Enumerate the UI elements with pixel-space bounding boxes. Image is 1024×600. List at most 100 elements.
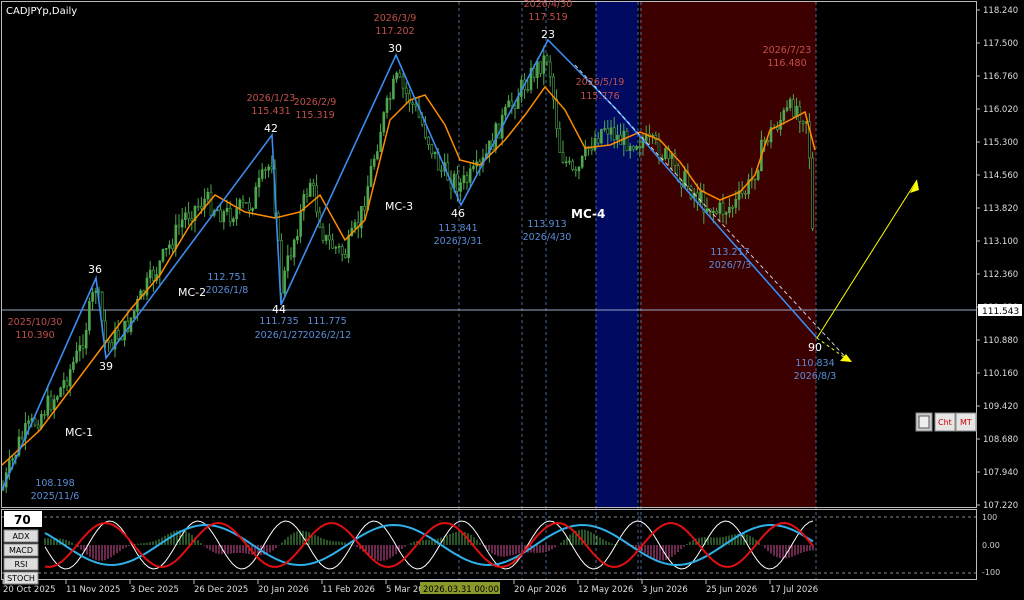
candle-body (430, 144, 434, 155)
candle-body (353, 222, 357, 229)
candle-body (571, 160, 574, 170)
pivot-label-top: 2026/5/19 (576, 77, 625, 88)
candle-body (257, 178, 261, 188)
candle-body (305, 194, 309, 197)
candle-body (104, 320, 107, 341)
candle-body (577, 166, 581, 172)
candle-body (756, 170, 760, 180)
wave-count-label: 90 (808, 341, 822, 354)
candle-body (536, 61, 539, 78)
y-tick-label: 116.760 (983, 72, 1018, 82)
symbol-title: CADJPYp,Daily (6, 6, 77, 17)
candle-body (148, 269, 152, 279)
candle-body (376, 151, 379, 160)
candle-body (36, 424, 40, 429)
candle-body (715, 210, 718, 214)
candle-body (568, 160, 571, 163)
candle-body (180, 219, 184, 228)
y-tick-label: 114.560 (983, 171, 1018, 181)
candle-body (72, 361, 75, 370)
wave-count-label: 23 (541, 28, 555, 41)
wave-count-label: 39 (99, 360, 113, 373)
pivot-label-bottom: 117.202 (375, 26, 414, 37)
candle-body (196, 205, 200, 208)
candle-body (606, 128, 610, 135)
wave-name-label: MC-2 (178, 286, 206, 299)
pivot-label-top: 113.841 (438, 223, 477, 234)
candle-body (238, 199, 242, 209)
candle-body (81, 345, 85, 349)
candle-body (539, 61, 542, 74)
wave-name-label: MC-4 (571, 207, 605, 221)
y-tick-label: 109.420 (983, 402, 1018, 412)
candle-body (190, 218, 194, 221)
candle-body (616, 134, 619, 141)
candle-body (590, 148, 594, 151)
candle-body (532, 67, 536, 78)
pivot-label-top: 2025/10/30 (8, 317, 63, 328)
pivot-label-bottom: 117.519 (528, 12, 567, 23)
wave-count-label: 30 (388, 42, 402, 55)
candle-body (734, 199, 738, 208)
candle-body (782, 110, 786, 121)
x-tick-label: 20 Oct 2025 (3, 585, 56, 595)
y-tick-label: 108.680 (983, 435, 1018, 445)
pivot-label-bottom: 116.480 (767, 58, 806, 69)
chart-button-label: Cht (938, 418, 952, 427)
pivot-label-bottom: 2026/4/30 (523, 232, 572, 243)
y-tick-label: 113.820 (983, 204, 1018, 214)
candle-body (33, 418, 37, 426)
candle-body (187, 212, 190, 219)
y-tick-label: 110.160 (983, 369, 1018, 379)
candle-body (574, 169, 578, 172)
candle-body (337, 245, 341, 248)
candle-body (513, 105, 517, 109)
candle-body (776, 127, 779, 130)
y-tick-label: 107.940 (983, 468, 1018, 478)
candle-body (363, 206, 366, 211)
candle-body (308, 182, 312, 197)
candle-body (91, 292, 94, 302)
candle-body (116, 329, 120, 340)
candle-body (184, 212, 187, 220)
candle-body (622, 130, 626, 145)
candle-body (168, 244, 171, 249)
indicator-tab-label: RSI (15, 560, 28, 569)
candle-body (27, 420, 30, 424)
candle-body (225, 208, 229, 212)
pivot-label-bottom: 2026/1/8 (206, 285, 249, 296)
pivot-label-bottom: 2026/8/3 (794, 371, 837, 382)
wave-count-label: 44 (272, 303, 286, 316)
wave-name-label: MC-3 (385, 200, 413, 213)
candle-body (632, 145, 635, 150)
pivot-label-bottom: 115.431 (251, 106, 290, 117)
candle-body (260, 169, 264, 179)
indicator-y-mid: 0.00 (982, 541, 1000, 550)
pivot-label-top: 111.775 (307, 316, 346, 327)
candle-body (292, 239, 296, 258)
candle-body (718, 202, 722, 214)
pivot-label-bottom: 2026/2/12 (303, 330, 352, 341)
indicator-tab-label: MACD (9, 546, 33, 555)
candle-body (369, 166, 373, 187)
candle-body (398, 72, 402, 78)
price-chart[interactable]: CADJPYp,Daily 118.240 117.500 116.760 116.0… (0, 0, 1024, 600)
pivot-label-bottom: 2026/3/31 (434, 236, 483, 247)
candle-body (312, 182, 315, 187)
y-tick-label: 112.360 (983, 270, 1018, 280)
y-tick-label: 110.880 (983, 336, 1018, 346)
candle-body (270, 166, 274, 170)
candle-body (404, 87, 408, 94)
candle-body (62, 380, 66, 389)
candle-body (40, 413, 43, 429)
pivot-label-bottom: 2026/7/3 (709, 260, 752, 271)
candle-body (145, 277, 149, 296)
candle-body (84, 329, 88, 349)
candle-body (222, 211, 226, 223)
pivot-label-bottom: 2025/11/6 (31, 491, 80, 502)
candle-body (299, 210, 302, 237)
date-marker: 2026.03.31 00:00 (423, 585, 499, 595)
pivot-label-bottom: 2026/1/27 (255, 330, 304, 341)
wave-count-label: 46 (451, 207, 465, 220)
candle-body (65, 380, 69, 387)
